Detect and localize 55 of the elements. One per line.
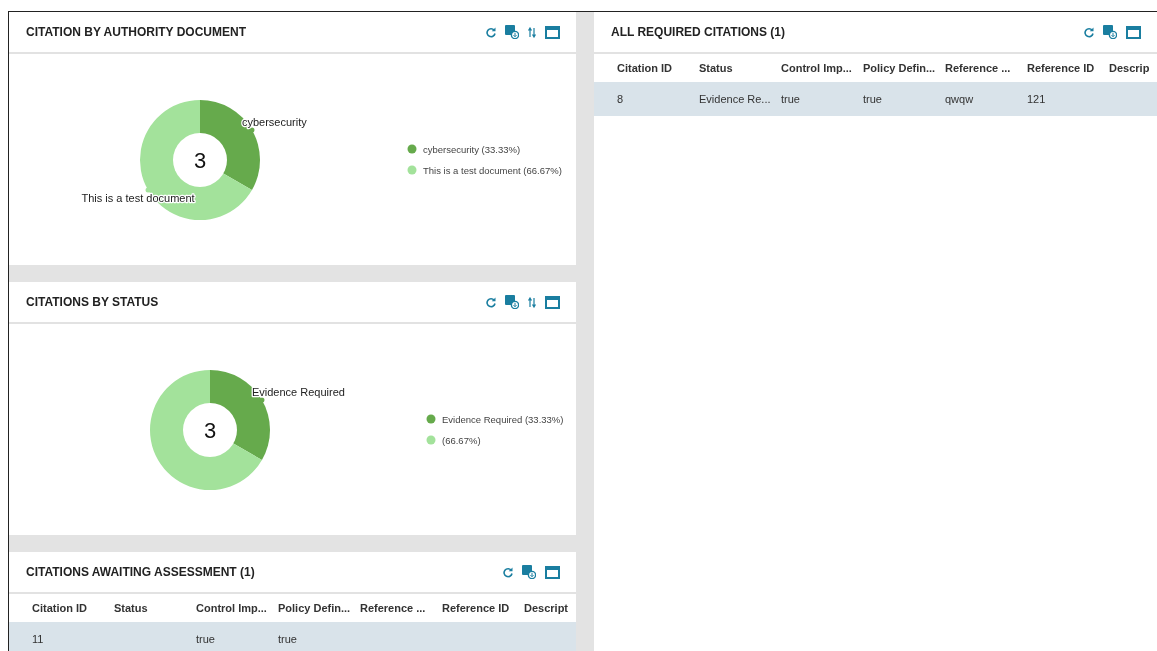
maximize-icon[interactable]: [545, 25, 560, 39]
table-cell-text: qwqw: [944, 92, 975, 107]
total-count: 3: [203, 418, 217, 443]
maximize-icon[interactable]: [545, 295, 560, 309]
legend-dot: [407, 144, 417, 154]
export-icon[interactable]: [505, 295, 519, 309]
column-header: Reference ID: [441, 601, 511, 616]
table-cell-text: true: [862, 92, 883, 107]
export-icon[interactable]: [505, 25, 519, 39]
panel-title: CITATIONS AWAITING ASSESSMENT (1): [26, 564, 255, 581]
column-header: Control Imp...: [780, 61, 853, 76]
table-cell-text: true: [195, 632, 216, 647]
column-header: Control Imp...: [195, 601, 268, 616]
refresh-icon[interactable]: [503, 566, 513, 578]
column-header: Citation ID: [31, 601, 88, 616]
column-header: Descrip: [1108, 61, 1151, 76]
panel-title: CITATION BY AUTHORITY DOCUMENT: [26, 24, 246, 41]
table-cell-text: 8: [616, 92, 625, 107]
column-header: Policy Defin...: [277, 601, 352, 616]
export-icon[interactable]: [522, 565, 536, 579]
legend-dot: [426, 414, 436, 424]
table-cell-text: true: [277, 632, 298, 647]
refresh-icon[interactable]: [486, 26, 496, 38]
table-row[interactable]: 8 Evidence Re... true true qwqw 121: [594, 82, 1157, 116]
export-icon[interactable]: [1103, 25, 1117, 39]
table-cell-text: 11: [31, 632, 45, 647]
refresh-icon[interactable]: [1084, 26, 1094, 38]
slice-label: This is a test document: [81, 187, 195, 204]
maximize-icon[interactable]: [545, 565, 560, 579]
slice-label: This is a test document: [81, 192, 195, 205]
table-cell-text: Evidence Re...: [698, 92, 772, 107]
legend-dot: [407, 165, 417, 175]
legend-label: (66.67%): [442, 434, 481, 446]
table-cell-text: 121: [1026, 92, 1047, 107]
column-header: Policy Defin...: [862, 61, 937, 76]
refresh-icon[interactable]: [486, 296, 496, 308]
sort-icon[interactable]: [528, 26, 536, 38]
sort-icon[interactable]: [528, 296, 536, 308]
legend-dot: [426, 435, 436, 445]
table-row[interactable]: 11 true true: [9, 622, 576, 651]
column-header: Reference ID: [1026, 61, 1096, 76]
panel-title: CITATIONS BY STATUS: [26, 294, 159, 311]
legend-label: cybersecurity (33.33%): [423, 143, 521, 155]
total-count: 3: [193, 148, 207, 173]
maximize-icon[interactable]: [1126, 25, 1141, 39]
column-header: Reference ...: [944, 61, 1012, 76]
column-header: Status: [113, 601, 149, 616]
column-header: Reference ...: [359, 601, 427, 616]
legend-label: Evidence Required (33.33%): [442, 413, 564, 425]
column-header: Descript: [523, 601, 570, 616]
legend-label: This is a test document (66.67%): [423, 164, 562, 176]
table-cell-text: true: [780, 92, 801, 107]
panel-title: ALL REQUIRED CITATIONS (1): [611, 24, 785, 41]
column-header: Status: [698, 61, 734, 76]
column-header: Citation ID: [616, 61, 673, 76]
